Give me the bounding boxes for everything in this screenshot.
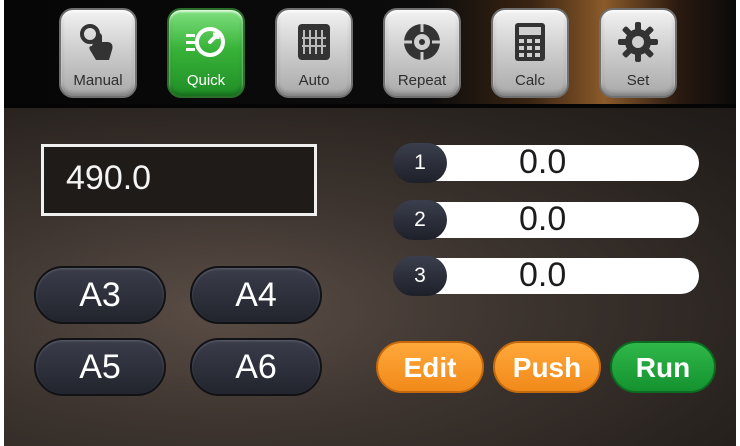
step-1-value: 0.0 [519,143,567,181]
nav-label: Auto [298,72,330,89]
settings-mode-button[interactable]: Set [599,8,677,98]
nav-label: Set [626,72,650,89]
auto-program-icon [298,24,330,60]
gear-icon [618,22,658,62]
app-screen: Manual Quick Auto Repeat Calc Set 490.0 … [4,0,736,446]
run-button[interactable]: Run [610,341,716,393]
fast-forward-clock-icon [186,27,225,57]
position-display[interactable]: 490.0 [41,144,317,216]
position-value: 490.0 [66,159,152,197]
step-3-value: 0.0 [519,256,567,294]
step-3-number-badge: 3 [393,256,447,296]
auto-mode-button[interactable]: Auto [275,8,353,98]
edit-button[interactable]: Edit [376,341,484,393]
calc-mode-button[interactable]: Calc [491,8,569,98]
step-2-number-badge: 2 [393,200,447,240]
mode-toolbar: Manual Quick Auto Repeat Calc Set [4,0,736,108]
nav-label: Repeat [397,72,447,89]
manual-mode-button[interactable]: Manual [59,8,137,98]
step-3-input[interactable]: 0.0 [415,256,699,294]
nav-label: Quick [186,72,226,89]
nav-label: Manual [73,72,123,89]
quick-mode-button[interactable]: Quick [167,8,245,98]
push-button[interactable]: Push [493,341,601,393]
hand-pointer-icon [80,24,113,60]
repeat-wheel-icon [404,24,440,60]
repeat-mode-button[interactable]: Repeat [383,8,461,98]
preset-a3-button[interactable]: A3 [34,266,166,324]
step-1-number-badge: 1 [393,143,447,183]
preset-a5-button[interactable]: A5 [34,338,166,396]
main-panel: 490.0 A3 A4 A5 A6 0.0 1 0.0 2 0.0 3 Edit… [4,108,736,446]
step-row-3: 0.0 3 [393,256,699,296]
calculator-icon [515,23,545,61]
nav-label: Calc [514,72,545,89]
step-row-2: 0.0 2 [393,200,699,240]
step-row-1: 0.0 1 [393,143,699,183]
step-2-input[interactable]: 0.0 [415,200,699,238]
step-2-value: 0.0 [519,200,567,238]
preset-a4-button[interactable]: A4 [190,266,322,324]
step-1-input[interactable]: 0.0 [415,143,699,181]
preset-a6-button[interactable]: A6 [190,338,322,396]
